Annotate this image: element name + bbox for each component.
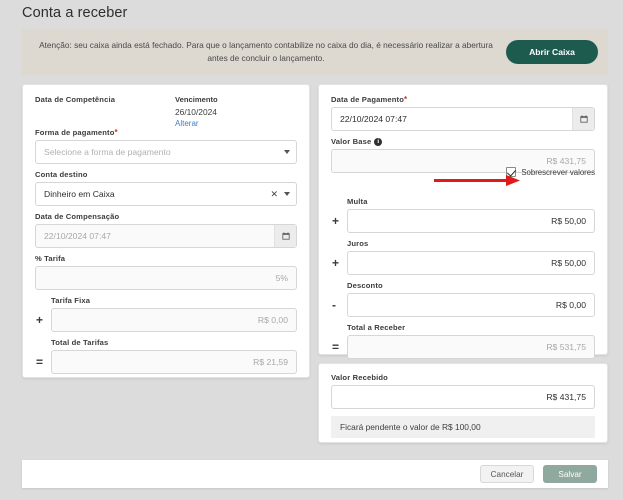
- save-button[interactable]: Salvar: [543, 465, 597, 483]
- cancel-button[interactable]: Cancelar: [480, 465, 534, 483]
- fixed-fee-label: Tarifa Fixa: [51, 296, 91, 305]
- received-amount-label: Valor Recebido: [331, 373, 388, 382]
- account-receivable-page: Conta a receber Atenção: seu caixa ainda…: [0, 0, 623, 500]
- equals-operator-icon: =: [332, 340, 340, 354]
- total-fees-label: Total de Tarifas: [51, 338, 109, 347]
- total-fees-field: Total de Tarifas: [51, 338, 297, 374]
- amounts-card: Data de Pagamento* Valor Basei Sobrescre…: [318, 84, 608, 359]
- required-marker: *: [404, 95, 408, 104]
- plus-operator-icon: +: [332, 256, 340, 270]
- open-cash-register-button[interactable]: Abrir Caixa: [506, 40, 598, 64]
- interest-input[interactable]: [347, 251, 595, 275]
- equals-operator-icon: =: [36, 355, 44, 369]
- warning-banner-text: Atenção: seu caixa ainda está fechado. P…: [39, 40, 493, 63]
- payment-date-field: Data de Pagamento*: [331, 95, 595, 131]
- interest-row: + Juros: [331, 239, 595, 275]
- destination-account-select[interactable]: [35, 182, 297, 206]
- compensation-date-label: Data de Compensação: [35, 212, 120, 221]
- compensation-date-input[interactable]: [35, 224, 297, 248]
- discount-input[interactable]: [347, 293, 595, 317]
- received-amount-input[interactable]: [331, 385, 595, 409]
- chevron-down-icon[interactable]: [284, 150, 290, 154]
- total-fees-input[interactable]: [51, 350, 297, 374]
- calendar-icon[interactable]: [572, 108, 594, 130]
- total-fees-row: = Total de Tarifas: [35, 338, 297, 374]
- discount-field: Desconto: [347, 281, 595, 317]
- destination-account-field: Conta destino ✕: [35, 170, 297, 206]
- fee-percent-input[interactable]: [35, 266, 297, 290]
- payment-date-input[interactable]: [331, 107, 595, 131]
- fixed-fee-field: Tarifa Fixa: [51, 296, 297, 332]
- penalty-row: + Multa: [331, 197, 595, 233]
- pending-amount-note: Ficará pendente o valor de R$ 100,00: [331, 416, 595, 438]
- calendar-icon[interactable]: [274, 225, 296, 247]
- total-receivable-input: [347, 335, 595, 359]
- payment-method-select[interactable]: [35, 140, 297, 164]
- required-marker: *: [114, 128, 118, 137]
- chevron-down-icon[interactable]: [284, 192, 290, 196]
- total-receivable-label: Total a Receber: [347, 323, 406, 332]
- due-date-label: Vencimento: [175, 95, 218, 104]
- payment-date-label: Data de Pagamento*: [331, 95, 408, 104]
- total-receivable-row: = Total a Receber: [331, 323, 595, 359]
- fixed-fee-row: + Tarifa Fixa: [35, 296, 297, 332]
- discount-label: Desconto: [347, 281, 383, 290]
- payment-method-select-wrap: [35, 140, 297, 164]
- penalty-label: Multa: [347, 197, 368, 206]
- info-icon[interactable]: i: [374, 138, 383, 146]
- cash-register-warning-banner: Atenção: seu caixa ainda está fechado. P…: [22, 29, 608, 75]
- due-date-value: 26/10/2024: [175, 107, 217, 117]
- payment-method-label: Forma de pagamento*: [35, 128, 118, 137]
- annotation-arrow-icon: [434, 175, 520, 186]
- fee-percent-field: % Tarifa: [35, 254, 297, 290]
- destination-account-label: Conta destino: [35, 170, 88, 179]
- clear-icon[interactable]: ✕: [270, 189, 278, 199]
- override-values-label: Sobrescrever valores: [521, 167, 595, 177]
- discount-row: - Desconto: [331, 281, 595, 317]
- form-footer: Cancelar Salvar: [22, 460, 608, 488]
- penalty-field: Multa: [347, 197, 595, 233]
- destination-account-select-wrap: ✕: [35, 182, 297, 206]
- minus-operator-icon: -: [332, 298, 336, 312]
- interest-field: Juros: [347, 239, 595, 275]
- change-due-date-link[interactable]: Alterar: [175, 119, 218, 128]
- base-value-label: Valor Base i: [331, 137, 595, 146]
- penalty-input[interactable]: [347, 209, 595, 233]
- fixed-fee-input[interactable]: [51, 308, 297, 332]
- received-amount-card: Valor Recebido Ficará pendente o valor d…: [318, 363, 608, 443]
- due-date-block: Vencimento 26/10/2024 Alterar: [175, 95, 218, 128]
- payment-method-adornment: [278, 141, 296, 163]
- page-title: Conta a receber: [22, 5, 128, 21]
- payment-method-field: Forma de pagamento*: [35, 128, 297, 164]
- payment-details-card: Data de Competência Vencimento 26/10/202…: [22, 84, 310, 378]
- total-receivable-field: Total a Receber: [347, 323, 595, 359]
- compensation-date-wrap: [35, 224, 297, 248]
- interest-label: Juros: [347, 239, 369, 248]
- payment-date-wrap: [331, 107, 595, 131]
- plus-operator-icon: +: [36, 313, 44, 327]
- destination-account-adornment: ✕: [264, 183, 296, 205]
- plus-operator-icon: +: [332, 214, 340, 228]
- compensation-date-field: Data de Compensação: [35, 212, 297, 248]
- competence-date-label: Data de Competência: [35, 95, 116, 104]
- fee-percent-label: % Tarifa: [35, 254, 66, 263]
